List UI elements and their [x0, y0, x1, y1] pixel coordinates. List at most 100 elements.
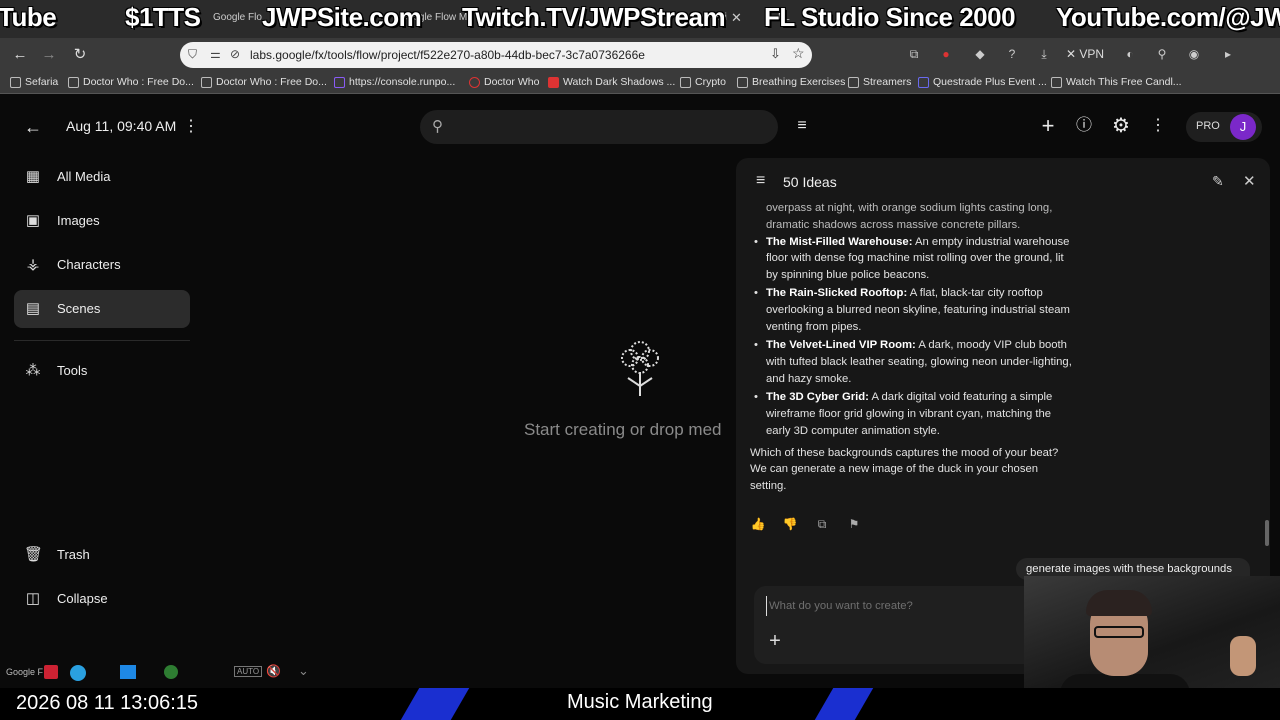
flag-icon[interactable]: ⚑ [846, 516, 862, 532]
idea-item: The Mist-Filled Warehouse: An empty indu… [750, 234, 1072, 284]
close-icon[interactable]: ✕ [1243, 172, 1256, 190]
menu-icon[interactable]: ≡ [756, 172, 765, 190]
chevron-down-icon[interactable]: ⌄ [298, 663, 309, 679]
more-vert-icon[interactable]: ⋮ [1146, 114, 1170, 138]
pro-badge: PRO [1196, 120, 1220, 132]
download-icon[interactable]: ⤓ [1036, 46, 1052, 62]
address-bar[interactable]: ⛉ ⚌ ⊘ labs.google/fx/tools/flow/project/… [180, 42, 812, 68]
clock-text: 2026 08 11 13:06:15 [16, 692, 199, 714]
browser-tab-label[interactable]: Google Flo [213, 12, 262, 23]
chat-scrollbar[interactable] [1265, 520, 1269, 546]
idea-title: The Rain-Slicked Rooftop: [766, 287, 908, 300]
avatar[interactable]: J [1230, 114, 1256, 140]
collapse-icon: ◫ [25, 590, 41, 607]
webcam-person-glasses [1094, 626, 1144, 638]
overlay-text: $1TTS [125, 2, 201, 32]
taskbar-app-icon[interactable] [120, 665, 136, 679]
bookmark-favicon-icon [68, 76, 79, 88]
sparkle-grid-icon: ⁂ [25, 362, 41, 379]
back-arrow-icon[interactable]: ← [21, 115, 45, 139]
grid-icon: ▦ [25, 168, 41, 185]
taskbar-app-icon[interactable] [44, 665, 58, 679]
idea-title: The Mist-Filled Warehouse: [766, 235, 913, 248]
extension-icon[interactable]: ⧉ [906, 46, 922, 62]
edit-icon[interactable]: ✎ [1212, 173, 1224, 190]
idea-item: The Velvet-Lined VIP Room: A dark, moody… [750, 337, 1072, 387]
forward-icon[interactable]: → [40, 46, 58, 64]
close-tab-icon[interactable]: ✕ [731, 10, 742, 26]
back-icon[interactable]: ← [11, 46, 29, 64]
webcam-person-hand [1230, 636, 1256, 676]
extension-icon[interactable]: ◉ [1186, 46, 1202, 62]
search-icon: ⚲ [432, 118, 443, 135]
account-button[interactable]: PRO J [1186, 112, 1262, 142]
sidebar-item-tools[interactable]: ⁂ Tools [14, 352, 190, 390]
chat-title: 50 Ideas [783, 174, 837, 190]
site-settings-icon[interactable]: ⚌ [210, 47, 221, 61]
webcam-overlay [1024, 576, 1280, 704]
thumbs-down-icon[interactable]: 👎 [782, 516, 798, 532]
bookmark-item[interactable]: Doctor Who : Free Do... [68, 76, 194, 88]
sidebar-item-label: Tools [57, 363, 88, 378]
taskbar-app-icon[interactable] [70, 665, 86, 681]
idea-fragment: overpass at night, with orange sodium li… [766, 202, 1053, 231]
taskbar-app-icon[interactable] [164, 665, 178, 679]
sidebar-item-label: Collapse [57, 591, 108, 606]
stream-overlay-top: Google Flo Google Flow M Studi FL ✕ Tube… [0, 0, 1280, 38]
sidebar-item-label: Images [57, 213, 100, 228]
sidebar-item-trash[interactable]: 🗑 Trash [14, 536, 190, 574]
download-page-icon[interactable]: ⇩ [770, 46, 781, 62]
bookmark-item[interactable]: Doctor Who : Free Do... [201, 76, 327, 88]
copy-icon[interactable]: ⧉ [814, 516, 830, 532]
auto-icon[interactable]: AUTO [234, 666, 263, 677]
bookmark-folder[interactable]: Breathing Exercises [737, 76, 845, 88]
assistant-question: Which of these backgrounds captures the … [750, 446, 1059, 493]
add-icon[interactable]: + [1036, 114, 1060, 138]
bookmark-favicon-icon [10, 76, 21, 88]
more-vert-icon[interactable]: ⋮ [179, 115, 203, 139]
bookmark-label: Doctor Who [484, 76, 540, 88]
shield-icon[interactable]: ⛉ [188, 47, 197, 62]
help-extension-icon[interactable]: ? [1004, 46, 1020, 62]
extension-icon[interactable]: ◆ [972, 46, 988, 62]
chat-message-assistant: overpass at night, with orange sodium li… [750, 200, 1072, 495]
sidebar-item-scenes[interactable]: ▤ Scenes [14, 290, 190, 328]
search-bar[interactable]: ⚲ [420, 110, 778, 144]
overlay-text: FL Studio Since 2000 [764, 2, 1016, 32]
extension-icon[interactable]: ▸ [1220, 46, 1236, 62]
bookmark-item[interactable]: Sefaria [10, 76, 58, 88]
extension-icon[interactable]: ◐ [1122, 46, 1138, 62]
bookmark-star-icon[interactable]: ☆ [792, 45, 805, 62]
sidebar-item-label: All Media [57, 169, 111, 184]
message-actions: 👍 👎 ⧉ ⚑ [750, 516, 862, 536]
add-attachment-icon[interactable]: + [766, 631, 784, 651]
overlay-text: Twitch.TV/JWPStream [462, 2, 726, 32]
bookmark-item[interactable]: Questrade Plus Event ... [918, 76, 1047, 88]
prompt-input[interactable] [766, 596, 1066, 616]
sidebar-item-characters[interactable]: ⚶ Characters [14, 246, 190, 284]
url-text[interactable]: labs.google/fx/tools/flow/project/f522e2… [250, 48, 645, 62]
settings-gear-icon[interactable]: ⚙ [1109, 114, 1133, 138]
bookmark-item[interactable]: Doctor Who [469, 76, 539, 88]
bookmark-folder[interactable]: Streamers [848, 76, 911, 88]
idea-item: The 3D Cyber Grid: A dark digital void f… [750, 389, 1072, 439]
reload-icon[interactable]: ↻ [71, 46, 89, 64]
bookmark-folder[interactable]: Crypto [680, 76, 726, 88]
help-icon[interactable]: ⓘ [1072, 114, 1096, 138]
bookmark-item[interactable]: https://console.runpo... [334, 76, 455, 88]
sidebar-item-all-media[interactable]: ▦ All Media [14, 158, 190, 196]
sidebar-item-collapse[interactable]: ◫ Collapse [14, 580, 190, 618]
filter-icon[interactable]: ≡ [790, 114, 814, 138]
bookmark-favicon-icon [1051, 76, 1062, 88]
not-tracking-icon[interactable]: ⊘ [230, 47, 240, 61]
sidebar-item-images[interactable]: ▣ Images [14, 202, 190, 240]
ublock-icon[interactable]: ● [938, 46, 954, 62]
bookmark-label: Doctor Who : Free Do... [83, 76, 194, 88]
stream-overlay-bottom: 2026 08 11 13:06:15 Music Marketing [0, 688, 1280, 720]
vpn-button[interactable]: ✕ VPN [1066, 47, 1104, 61]
extension-icon[interactable]: ⚲ [1154, 46, 1170, 62]
bookmark-item[interactable]: Watch Dark Shadows ... [548, 76, 675, 88]
thumbs-up-icon[interactable]: 👍 [750, 516, 766, 532]
mute-icon[interactable]: 🔇 [266, 664, 281, 678]
bookmark-item[interactable]: Watch This Free Candl... [1051, 76, 1182, 88]
